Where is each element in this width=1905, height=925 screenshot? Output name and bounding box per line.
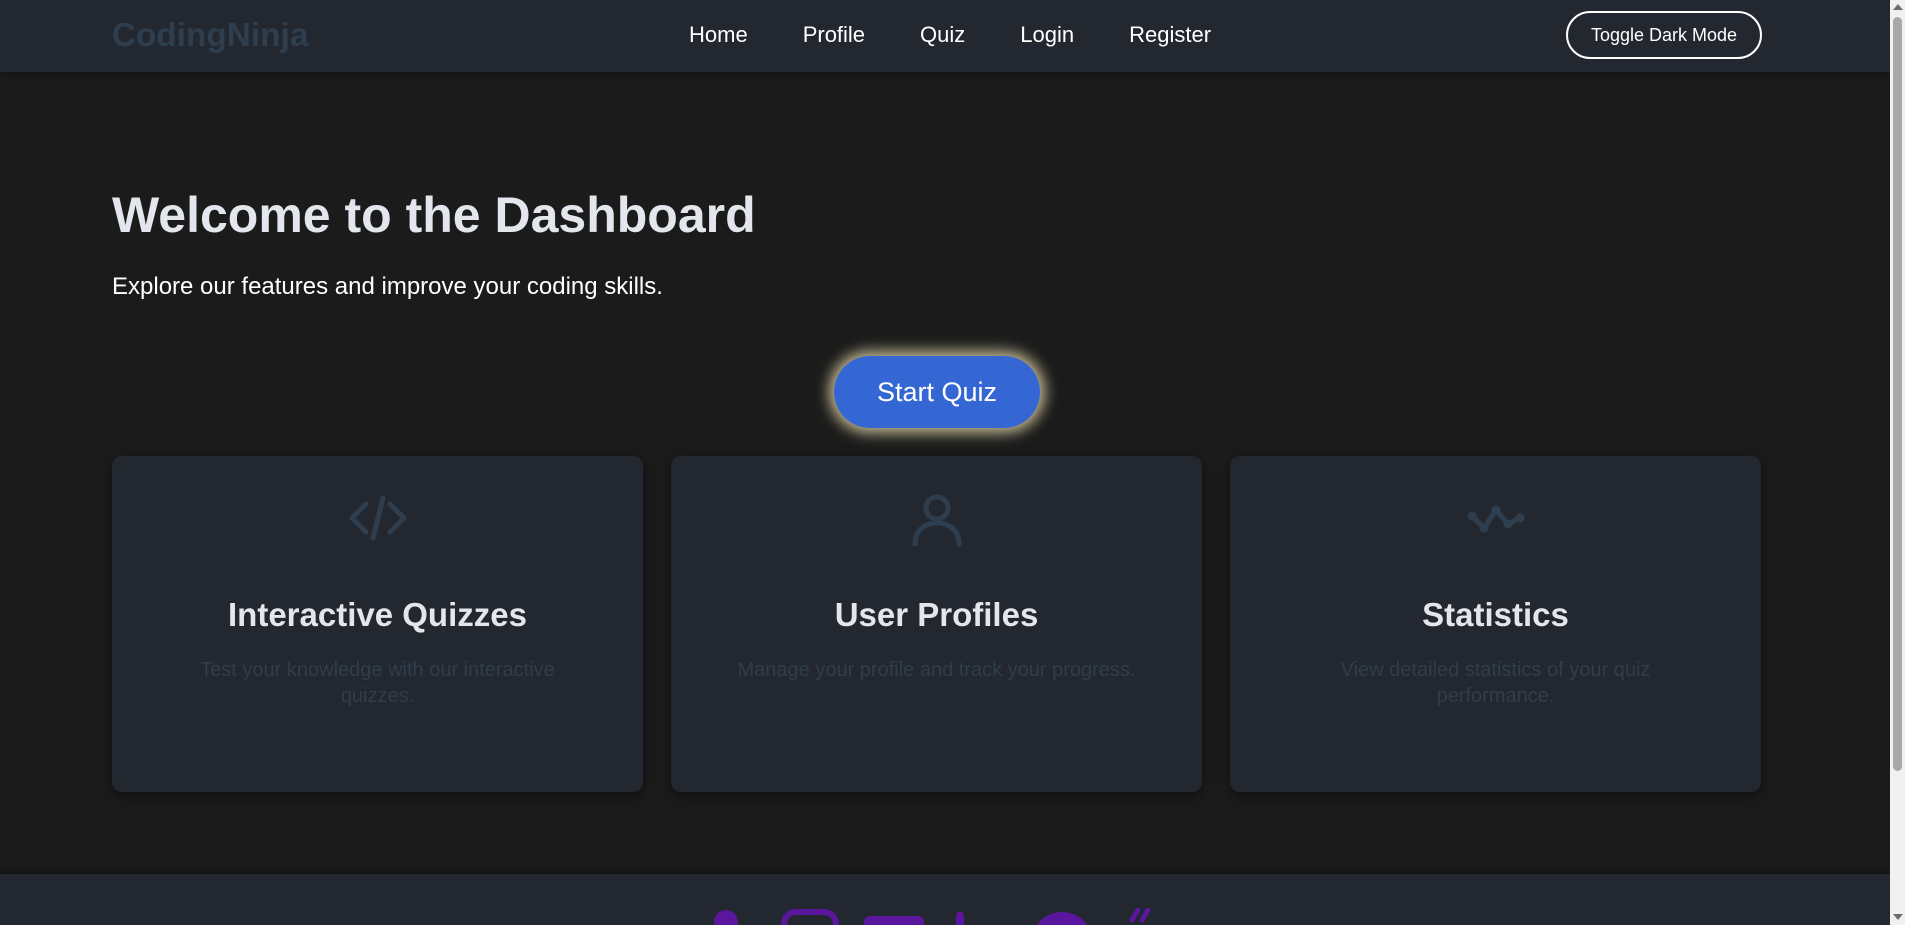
footer: [0, 874, 1890, 925]
card-description: View detailed statistics of your quiz pe…: [1340, 659, 1651, 707]
nav-link-login[interactable]: Login: [1020, 22, 1074, 48]
feature-card-statistics[interactable]: Statistics View detailed statistics of y…: [1230, 456, 1761, 792]
start-quiz-button[interactable]: Start Quiz: [834, 356, 1040, 428]
card-title: User Profiles: [834, 596, 1039, 633]
page: CodingNinja Home Profile Quiz Login Regi…: [0, 0, 1890, 925]
scroll-down-arrow-icon[interactable]: [1893, 914, 1903, 920]
page-scrollbar[interactable]: [1890, 0, 1905, 925]
scroll-up-arrow-icon[interactable]: [1893, 4, 1903, 10]
user-icon: [905, 486, 969, 550]
social-icon-1[interactable]: [708, 908, 744, 925]
social-icon-5[interactable]: [1032, 908, 1092, 925]
feature-card-quizzes[interactable]: Interactive Quizzes Test your knowledge …: [112, 456, 643, 792]
social-icon-3[interactable]: [862, 908, 926, 925]
page-subtitle: Explore our features and improve your co…: [112, 273, 663, 300]
card-description: Manage your profile and track your progr…: [737, 659, 1136, 681]
navbar: CodingNinja Home Profile Quiz Login Regi…: [0, 0, 1890, 72]
feature-card-profiles[interactable]: User Profiles Manage your profile and tr…: [671, 456, 1202, 792]
card-title: Statistics: [1422, 596, 1569, 633]
nav-links: Home Profile Quiz Login Register: [689, 22, 1211, 48]
nav-link-profile[interactable]: Profile: [803, 22, 865, 48]
toggle-dark-mode-button[interactable]: Toggle Dark Mode: [1566, 11, 1762, 59]
social-icon-2[interactable]: [780, 908, 840, 925]
nav-link-quiz[interactable]: Quiz: [920, 22, 965, 48]
social-icon-6[interactable]: [1128, 907, 1152, 925]
nav-link-home[interactable]: Home: [689, 22, 748, 48]
nav-link-register[interactable]: Register: [1129, 22, 1211, 48]
scrollbar-thumb[interactable]: [1893, 17, 1902, 771]
brand-logo[interactable]: CodingNinja: [112, 16, 309, 54]
social-icon-4[interactable]: [950, 908, 970, 925]
stats-icon: [1464, 486, 1528, 550]
card-title: Interactive Quizzes: [228, 596, 527, 633]
card-description: Test your knowledge with our interactive…: [200, 659, 555, 707]
page-title: Welcome to the Dashboard: [112, 187, 756, 243]
code-icon: [346, 486, 410, 550]
